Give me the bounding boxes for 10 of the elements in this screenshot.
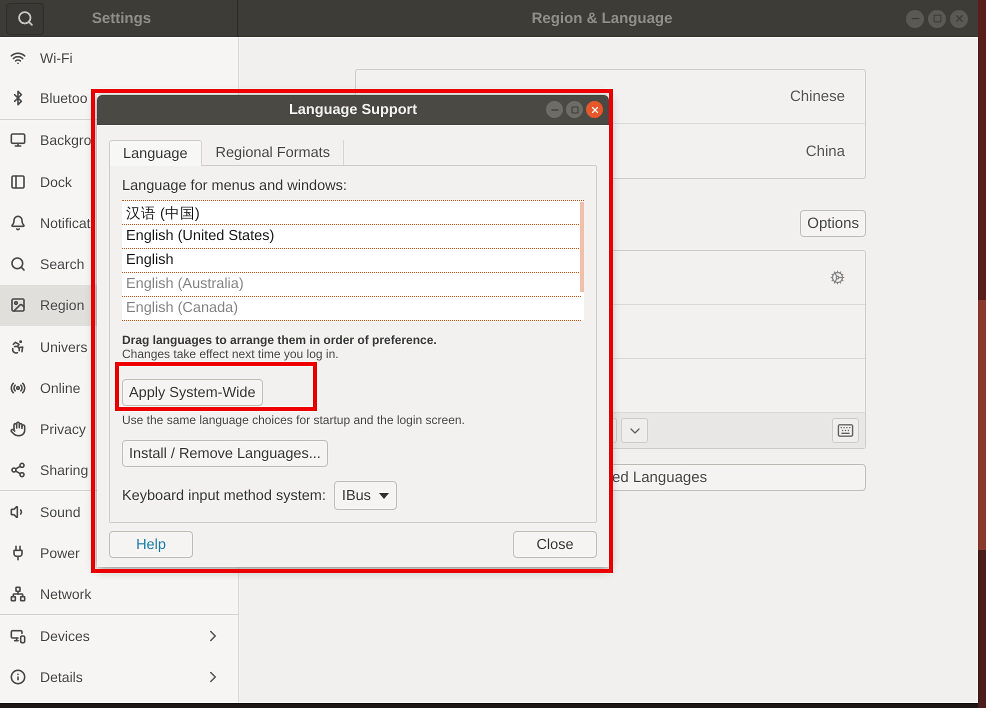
apply-note: Use the same language choices for startup and the login screen. bbox=[122, 413, 466, 427]
language-value: Chinese bbox=[790, 88, 845, 105]
dialog-title: Language Support bbox=[288, 102, 418, 118]
drag-hint: Drag languages to arrange them in order of preference. bbox=[122, 333, 438, 347]
window-title: Settings bbox=[90, 10, 152, 27]
change-note: Changes take effect next time you log in. bbox=[122, 347, 340, 361]
formats-value: China bbox=[806, 142, 845, 160]
panel-title: Region & Language bbox=[530, 10, 674, 27]
keyboard-label: Keyboard input method system: bbox=[122, 488, 326, 504]
list-label: Language for menus and windows: bbox=[122, 178, 348, 194]
